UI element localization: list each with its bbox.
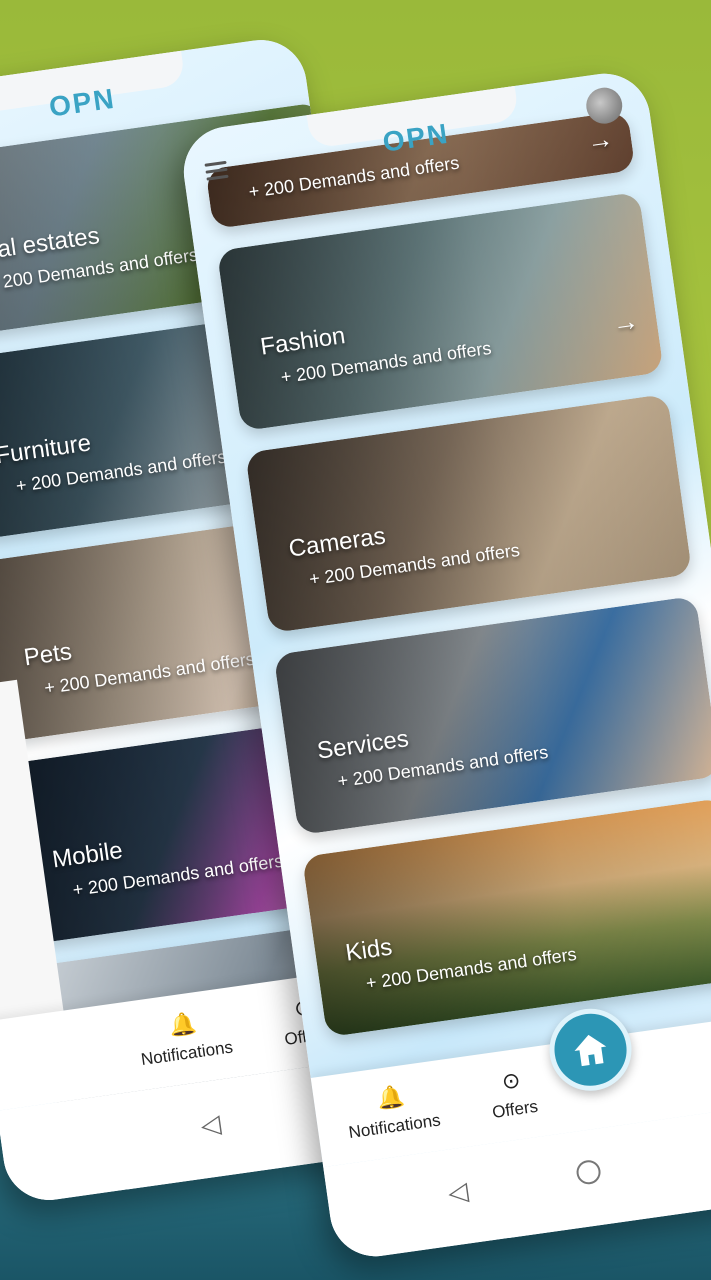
nav-notifications[interactable]: 🔔 Notifications [135, 1006, 234, 1070]
arrow-right-icon[interactable]: → [585, 123, 615, 157]
category-card-kids[interactable]: Kids + 200 Demands and offers [301, 797, 711, 1038]
arrow-right-icon[interactable]: → [611, 305, 641, 339]
category-card-services[interactable]: Services + 200 Demands and offers [273, 595, 711, 836]
nav-offers-label: Offers [490, 1096, 540, 1122]
menu-icon[interactable] [204, 160, 229, 185]
download-icon: ⊙ [500, 1066, 522, 1095]
category-card-fashion[interactable]: Fashion + 200 Demands and offers → [216, 191, 664, 432]
back-triangle-icon[interactable]: ◁ [446, 1175, 470, 1208]
home-circle-icon[interactable] [574, 1158, 603, 1186]
back-triangle-icon[interactable]: ◁ [199, 1108, 223, 1141]
category-card-cameras[interactable]: Cameras + 200 Demands and offers [245, 393, 693, 634]
nav-offers[interactable]: ⊙ Offers [487, 1065, 540, 1123]
nav-notifications[interactable]: 🔔 Notifications [343, 1079, 442, 1143]
home-icon [574, 1034, 607, 1067]
